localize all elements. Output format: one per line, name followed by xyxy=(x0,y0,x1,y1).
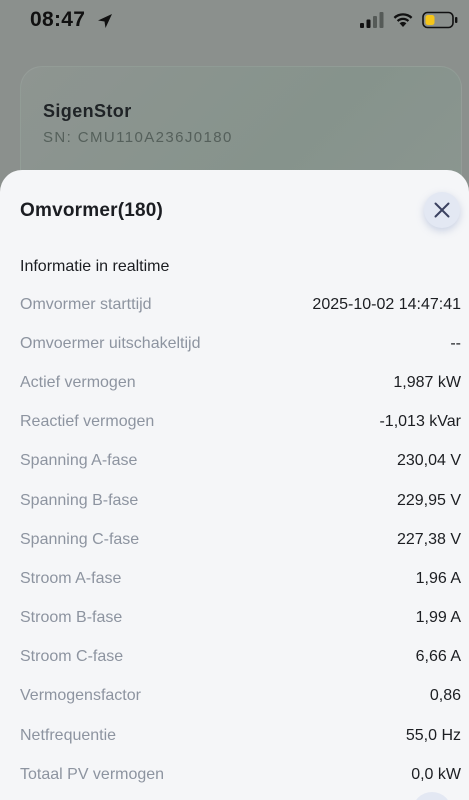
info-row-voltage-a: Spanning A-fase 230,04 V xyxy=(0,442,469,481)
battery-low-icon xyxy=(422,11,458,29)
info-row-current-c: Stroom C-fase 6,66 A xyxy=(0,638,469,677)
info-row-voltage-c: Spanning C-fase 227,38 V xyxy=(0,520,469,559)
close-icon xyxy=(434,202,450,218)
info-row-active-power: Actief vermogen 1,987 kW xyxy=(0,363,469,402)
inverter-detail-sheet: Omvormer(180) Informatie in realtime Omv… xyxy=(0,170,469,800)
row-label: Totaal PV vermogen xyxy=(20,765,165,783)
row-label: Stroom C-fase xyxy=(20,648,124,666)
row-label: Actief vermogen xyxy=(20,373,136,391)
status-bar: 08:47 xyxy=(0,0,469,44)
info-row-total-pv-power: Totaal PV vermogen 0,0 kW xyxy=(0,755,469,794)
status-time: 08:47 xyxy=(30,8,86,31)
row-value: 55,0 Hz xyxy=(405,726,461,744)
row-label: Netfrequentie xyxy=(20,726,117,744)
row-value: 230,04 V xyxy=(396,452,461,470)
row-value: 6,66 A xyxy=(415,648,461,666)
wifi-icon xyxy=(393,13,413,27)
row-label: Spanning A-fase xyxy=(20,452,138,470)
row-label: Stroom B-fase xyxy=(20,609,123,627)
row-label: Omvoermer uitschakeltijd xyxy=(20,334,201,352)
row-label: Spanning B-fase xyxy=(20,491,139,509)
info-row-shutdown-time: Omvoermer uitschakeltijd -- xyxy=(0,324,469,363)
info-row-current-a: Stroom A-fase 1,96 A xyxy=(0,559,469,598)
row-label: Spanning C-fase xyxy=(20,530,140,548)
realtime-info-list: Omvormer starttijd 2025-10-02 14:47:41 O… xyxy=(0,285,469,794)
location-arrow-icon xyxy=(98,14,112,28)
row-value: 0,86 xyxy=(429,687,461,705)
row-value: 1,987 kW xyxy=(393,373,461,391)
row-value: 1,96 A xyxy=(415,569,461,587)
row-label: Vermogensfactor xyxy=(20,687,141,705)
info-row-start-time: Omvormer starttijd 2025-10-02 14:47:41 xyxy=(0,285,469,324)
info-row-current-b: Stroom B-fase 1,99 A xyxy=(0,599,469,638)
row-label: Reactief vermogen xyxy=(20,413,155,431)
row-value: 229,95 V xyxy=(396,491,461,509)
info-row-voltage-b: Spanning B-fase 229,95 V xyxy=(0,481,469,520)
device-name: SigenStor xyxy=(43,101,132,121)
row-value: 1,99 A xyxy=(415,609,461,627)
device-serial-number: SN: CMU110A236J0180 xyxy=(43,129,233,146)
close-button[interactable] xyxy=(424,192,460,228)
row-label: Omvormer starttijd xyxy=(20,295,152,313)
sheet-title: Omvormer(180) xyxy=(20,200,164,221)
section-title: Informatie in realtime xyxy=(20,258,170,275)
info-row-reactive-power: Reactief vermogen -1,013 kVar xyxy=(0,403,469,442)
row-label: Stroom A-fase xyxy=(20,569,122,587)
info-row-power-factor: Vermogensfactor 0,86 xyxy=(0,677,469,716)
row-value: -1,013 kVar xyxy=(379,413,461,431)
row-value: -- xyxy=(450,334,461,352)
row-value: 0,0 kW xyxy=(411,765,461,783)
row-value: 227,38 V xyxy=(396,530,461,548)
info-row-grid-frequency: Netfrequentie 55,0 Hz xyxy=(0,716,469,755)
row-value: 2025-10-02 14:47:41 xyxy=(312,295,461,313)
cellular-signal-icon xyxy=(360,12,384,28)
